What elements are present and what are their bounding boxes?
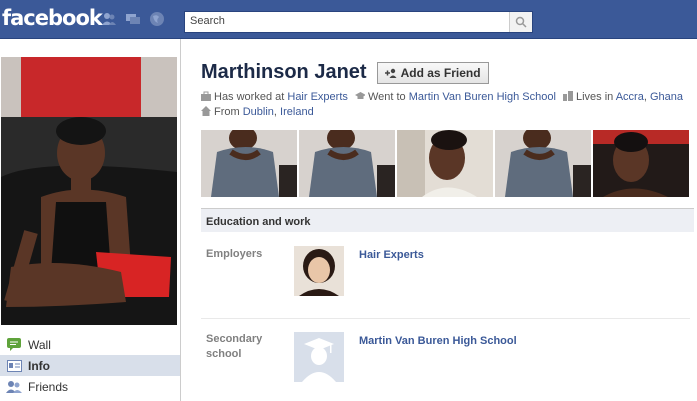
employer-link[interactable]: Hair Experts — [287, 91, 348, 103]
hometown-country-link[interactable]: Ireland — [280, 106, 314, 118]
top-bar: facebook — [0, 0, 697, 39]
add-friend-label: Add as Friend — [400, 65, 481, 80]
buildings-icon — [562, 91, 573, 101]
profile-header: Marthinson Janet Add as Friend — [201, 61, 489, 84]
section-divider — [201, 318, 690, 319]
fact-education-prefix: Went to — [367, 91, 406, 103]
secondary-school-label: Secondary school — [206, 332, 262, 362]
sidebar-item-label: Info — [28, 358, 50, 373]
briefcase-icon — [201, 91, 211, 101]
fact-lives: Lives in Accra, Ghana — [562, 91, 683, 103]
sidebar-item-info[interactable]: Info — [0, 355, 180, 376]
secondary-school-label-line2: school — [206, 348, 242, 360]
profile-name: Marthinson Janet — [201, 61, 367, 83]
search-icon — [515, 16, 527, 28]
country-link[interactable]: Ghana — [650, 91, 683, 103]
fact-work: Has worked at Hair Experts — [201, 91, 351, 103]
left-column: Wall Info Friends — [0, 39, 181, 401]
photo-thumbnail[interactable] — [495, 130, 591, 197]
messages-icon[interactable] — [124, 11, 142, 27]
fact-hometown: From Dublin, Ireland — [201, 106, 314, 118]
sidebar-item-label: Wall — [28, 337, 51, 352]
photo-thumbnail[interactable] — [201, 130, 297, 197]
photo-strip — [201, 130, 689, 197]
fact-lives-prefix: Lives in — [575, 91, 614, 103]
wall-icon — [6, 338, 22, 352]
profile-facts: Has worked at Hair Experts Went to Marti… — [201, 90, 691, 120]
school-name-link[interactable]: Martin Van Buren High School — [359, 335, 517, 347]
info-icon — [6, 359, 22, 373]
photo-thumbnail[interactable] — [299, 130, 395, 197]
profile-nav: Wall Info Friends — [0, 334, 180, 397]
school-silhouette-icon — [294, 332, 344, 382]
sidebar-item-wall[interactable]: Wall — [0, 334, 180, 355]
sidebar-item-friends[interactable]: Friends — [0, 376, 180, 397]
sidebar-item-label: Friends — [28, 379, 69, 394]
notification-jewels — [100, 11, 166, 27]
fact-hometown-prefix: From — [214, 106, 240, 118]
friend-requests-icon[interactable] — [100, 11, 118, 27]
city-link[interactable]: Accra — [616, 91, 644, 103]
facebook-logo[interactable]: facebook — [2, 6, 103, 30]
photo-thumbnail[interactable] — [397, 130, 493, 197]
school-thumbnail[interactable] — [294, 332, 344, 382]
add-friend-icon — [384, 68, 397, 78]
profile-picture[interactable] — [1, 57, 177, 325]
search-input[interactable] — [190, 15, 505, 27]
home-icon — [201, 106, 211, 116]
fact-education: Went to Martin Van Buren High School — [354, 91, 559, 103]
search-box — [184, 11, 533, 33]
employers-label: Employers — [206, 248, 263, 260]
hometown-city-link[interactable]: Dublin — [243, 106, 274, 118]
secondary-school-label-line1: Secondary — [206, 333, 263, 345]
search-button[interactable] — [509, 12, 532, 32]
school-link[interactable]: Martin Van Buren High School — [409, 91, 556, 103]
friends-icon — [6, 380, 22, 394]
graduation-cap-icon — [354, 92, 365, 99]
education-work-header: Education and work — [201, 208, 694, 232]
photo-thumbnail[interactable] — [593, 130, 689, 197]
fact-work-prefix: Has worked at — [214, 91, 285, 103]
employer-thumbnail[interactable] — [294, 246, 344, 296]
notifications-globe-icon[interactable] — [148, 11, 166, 27]
employer-name-link[interactable]: Hair Experts — [359, 249, 424, 261]
add-friend-button[interactable]: Add as Friend — [376, 61, 489, 84]
